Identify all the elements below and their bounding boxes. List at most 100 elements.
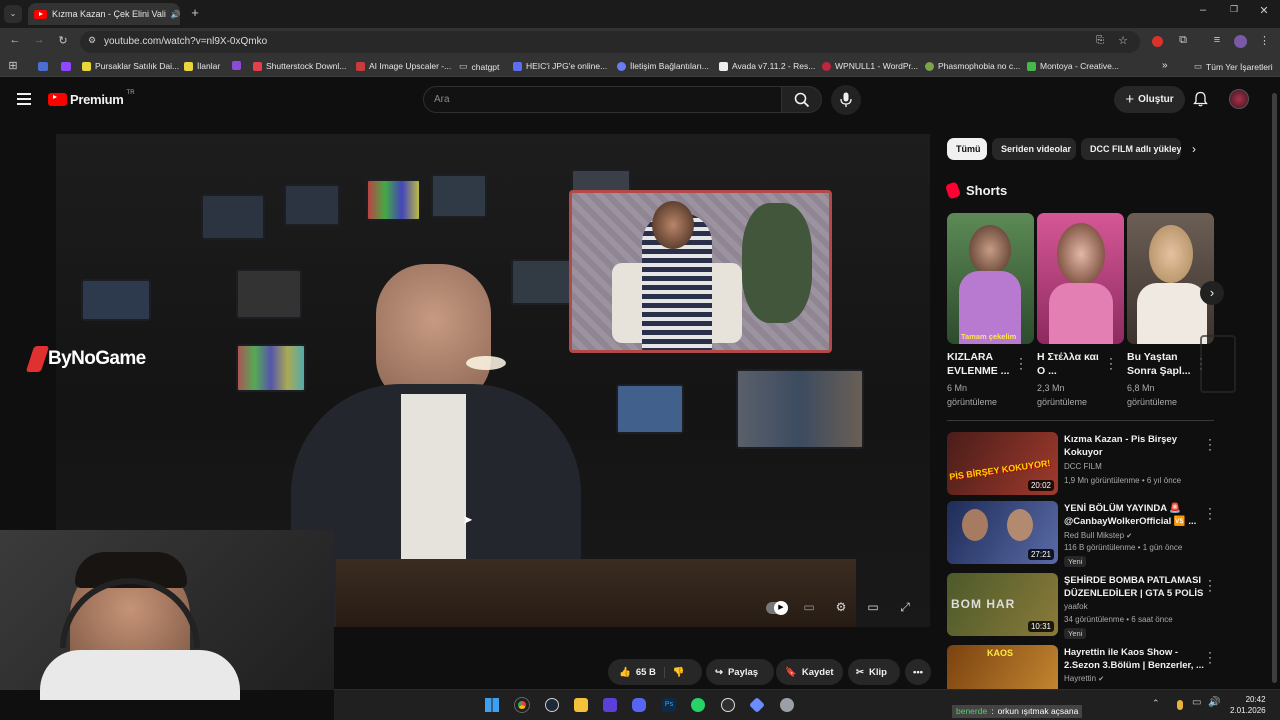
theater-mode-icon[interactable]: ▭ [865,600,881,614]
file-explorer-icon[interactable] [574,698,588,712]
bookmark-item[interactable]: Montoya - Creative... [1027,61,1119,71]
short-card[interactable] [1037,213,1124,344]
video-thumbnail: BOM HAR 10:31 [947,573,1058,636]
back-icon[interactable]: ← [8,34,22,46]
minimize-button[interactable]: – [1196,4,1210,16]
bookmark-item[interactable] [232,61,241,70]
address-bar[interactable]: ⚙ youtube.com/watch?v=nl9X-0xQmko ⎘ ☆ [80,31,1140,53]
video-menu-icon[interactable]: · · · [1208,502,1212,524]
discord-taskbar-icon[interactable] [632,698,646,712]
apps-grid-icon[interactable]: ⊞ [6,59,20,72]
short-card[interactable] [1127,213,1214,344]
thumbnail-text: KAOS [987,648,1014,658]
short-title[interactable]: KIZLARA EVLENME ... [947,350,1013,378]
all-bookmarks-folder[interactable]: ▭ Tüm Yer İşaretleri [1194,61,1273,72]
close-window-button[interactable]: ✕ [1257,4,1271,17]
reload-icon[interactable]: ↻ [56,34,70,47]
voice-search-button[interactable] [831,85,861,115]
youtube-logo[interactable]: Premium TR [48,90,135,108]
bookmark-item[interactable]: WPNULL1 - WordPr... [822,61,918,71]
clip-button[interactable]: ✂ Klip [848,659,900,685]
video-menu-icon[interactable]: · · · [1208,574,1212,596]
install-icon[interactable]: ⎘ [1096,35,1104,46]
share-button[interactable]: ↪ Paylaş [706,659,774,685]
forward-icon[interactable]: → [32,34,46,46]
short-menu-icon[interactable]: · · · [1109,352,1113,374]
recommendation-item[interactable]: PİS BİRŞEY KOKUYOR! 20:02 Kızma Kazan - … [947,432,1277,496]
notifications-bell-icon[interactable] [1193,91,1208,107]
short-card[interactable]: Tamam çekelim [947,213,1034,344]
more-actions-button[interactable]: ••• [905,659,931,685]
chip-all[interactable]: Tümü [947,138,987,160]
obs-taskbar-icon[interactable] [721,698,735,712]
volume-icon[interactable]: 🔊 [1208,697,1220,708]
extension-icon[interactable] [1152,36,1163,47]
autoplay-toggle[interactable]: ▶ [766,601,788,615]
search-input[interactable]: Ara [423,86,783,113]
chat-message: orkun ışıtmak açsana [997,706,1079,716]
bookmark-icon[interactable] [61,62,71,71]
dislike-button[interactable]: 👎 [670,667,685,678]
chrome-taskbar-icon[interactable] [514,697,530,713]
background-monitor [366,179,421,221]
fullscreen-icon[interactable]: ⤢ [897,600,913,614]
bookmark-item[interactable]: İlanlar [184,61,220,71]
bookmark-item[interactable]: Shutterstock Downl... [253,61,346,71]
tray-expand-icon[interactable]: ⌃ [1152,698,1160,709]
bookmark-star-icon[interactable]: ☆ [1118,34,1128,47]
media-control-icon[interactable]: ≡ [1210,34,1224,46]
extensions-puzzle-icon[interactable]: ⧉ [1176,34,1190,47]
page-scrollbar[interactable] [1272,93,1277,683]
chip-series[interactable]: Seriden videolar [992,138,1076,160]
clock[interactable]: 20:42 2.01.2026 [1230,694,1266,716]
bookmark-item[interactable]: Phasmophobia no c... [925,61,1020,71]
browser-tab-active[interactable]: Kızma Kazan - Çek Elini Vali 🔊 ✕ [28,3,180,25]
browser-menu-icon[interactable]: ⋮ [1259,34,1270,47]
search-button[interactable] [781,86,822,113]
more-bookmarks-icon[interactable]: » [1162,60,1168,71]
save-button[interactable]: 🔖 Kaydet [776,659,843,685]
bookmark-icon[interactable] [38,62,48,71]
bookmark-favicon-icon [617,61,626,71]
tab-search-button[interactable]: ⌄ [4,5,22,23]
create-button[interactable]: + Oluştur [1114,86,1185,113]
tray-icon[interactable] [1177,700,1183,710]
account-avatar[interactable] [1229,89,1249,109]
whatsapp-taskbar-icon[interactable] [691,698,705,712]
hamburger-menu-icon[interactable] [17,93,31,105]
shorts-next-button[interactable]: › [1200,281,1224,305]
bookmark-item[interactable]: ▭ chatgpt [459,61,499,72]
like-button[interactable]: 👍 65 B [608,666,665,678]
recommendation-item[interactable]: 27:21 YENİ BÖLÜM YAYINDA 🚨 @CanbayWolker… [947,501,1277,567]
chat-notification: benerde : orkun ışıtmak açsana [952,705,1083,718]
thumbnail-text: BOM HAR [951,597,1016,611]
recommendation-item[interactable]: KAOS Hayrettin ile Kaos Show - 2.Sezon 3… [947,645,1277,689]
bookmark-item[interactable]: Pursaklar Satılık Dai... [82,61,179,71]
steam-taskbar-icon[interactable] [545,698,559,712]
bookmark-item[interactable]: AI Image Upscaler -... [356,61,451,71]
network-icon[interactable]: ▭ [1192,697,1201,708]
settings-taskbar-icon[interactable] [780,698,794,712]
windows-start-icon[interactable] [485,698,499,712]
thumbs-down-icon: 👎 [672,666,685,678]
short-title[interactable]: Bu Yaştan Sonra Şapl... [1127,350,1193,378]
chips-next-icon[interactable]: › [1192,142,1196,156]
short-menu-icon[interactable]: · · · [1019,352,1023,374]
bookmark-item[interactable]: İletişim Bağlantıları... [617,61,709,71]
photoshop-taskbar-icon[interactable]: Ps [662,698,676,712]
video-menu-icon[interactable]: · · · [1208,646,1212,668]
chip-uploader[interactable]: DCC FILM adlı yükleyici [1081,138,1181,160]
profile-avatar[interactable] [1234,35,1247,48]
video-menu-icon[interactable]: · · · [1208,433,1212,455]
short-title[interactable]: Η Στέλλα και Ο ... [1037,350,1103,378]
new-tab-button[interactable]: + [188,5,202,20]
restore-button[interactable]: ❐ [1227,4,1241,15]
bookmark-item[interactable]: HEIC'i JPG'e online... [513,61,607,71]
site-info-icon[interactable]: ⚙ [88,35,96,46]
bookmark-item[interactable]: Avada v7.11.2 - Res... [719,61,815,71]
vegas-taskbar-icon[interactable] [603,698,617,712]
app-taskbar-icon[interactable] [749,697,765,713]
settings-gear-icon[interactable]: ⚙ [833,600,849,614]
subtitles-icon[interactable]: ▭ [801,600,817,614]
recommendation-item[interactable]: BOM HAR 10:31 ŞEHİRDE BOMBA PATLAMASI DÜ… [947,573,1277,639]
